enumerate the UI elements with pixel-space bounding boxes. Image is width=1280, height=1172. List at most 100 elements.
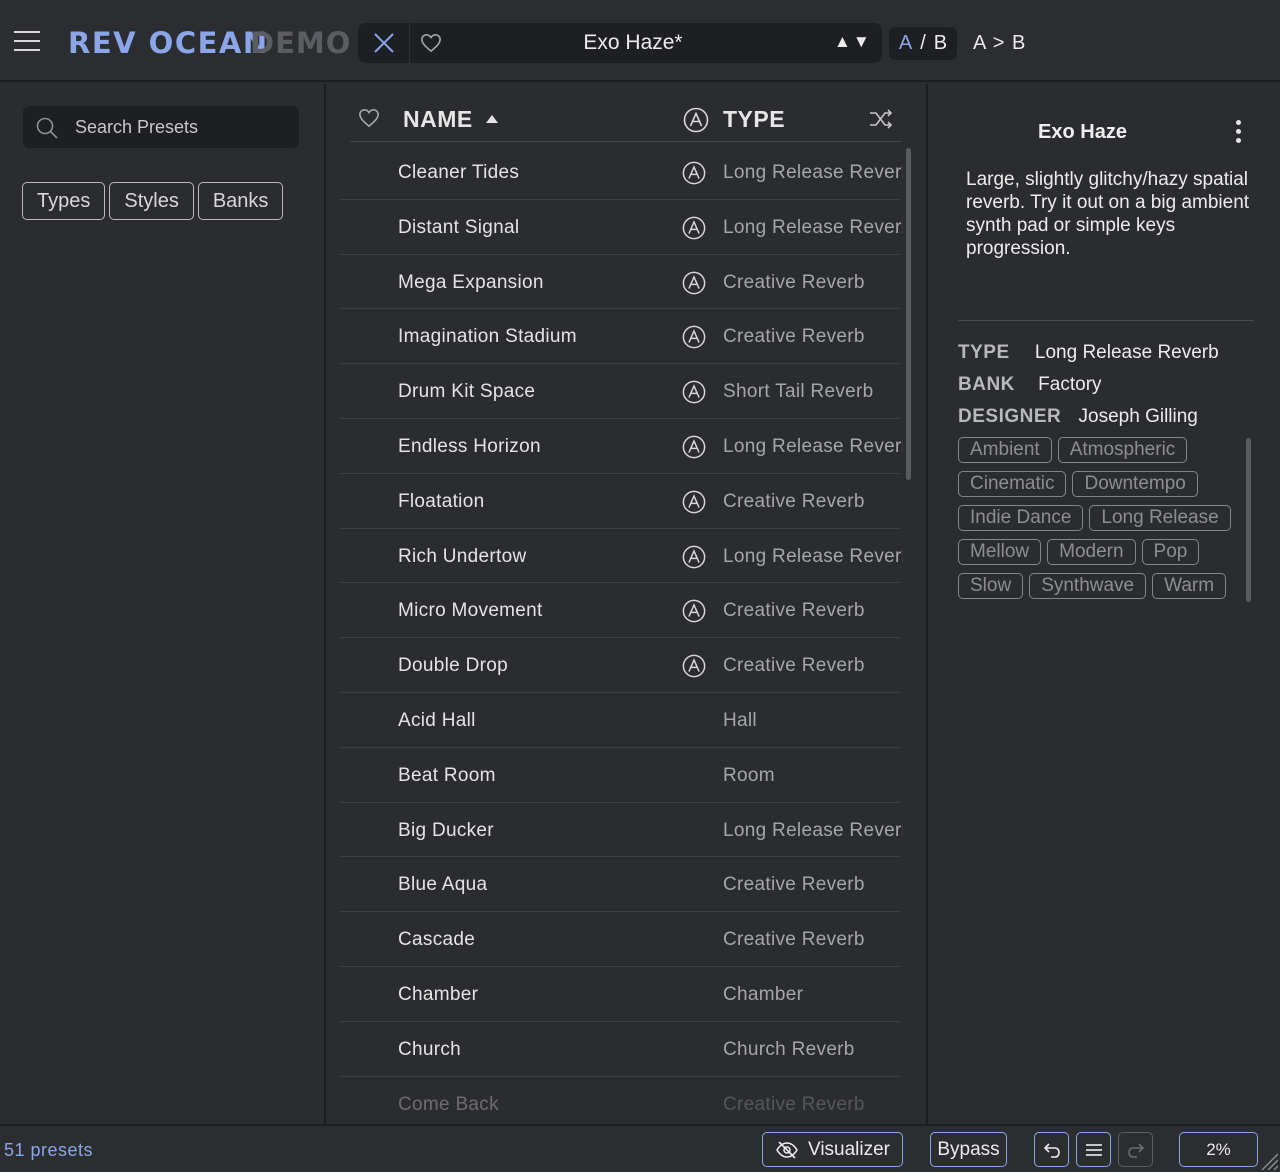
style-tag[interactable]: Downtempo <box>1072 471 1198 497</box>
preset-row-name: Cleaner Tides <box>398 162 520 183</box>
preset-row-type: Long Release Reverb <box>723 545 903 567</box>
preset-row-name: Endless Horizon <box>398 435 541 457</box>
resize-grip-icon[interactable] <box>1258 1150 1278 1170</box>
arturia-factory-icon <box>682 326 706 349</box>
arturia-factory-icon <box>682 600 706 623</box>
ab-b-label: B <box>933 32 948 54</box>
column-header-name[interactable]: NAME <box>403 106 473 133</box>
preset-row[interactable]: Come Back Creative Reverb <box>340 1077 900 1124</box>
cpu-meter[interactable]: 2% <box>1179 1132 1258 1167</box>
preset-row[interactable]: Rich Undertow Long Release Reverb <box>340 529 903 584</box>
filter-types-button[interactable]: Types <box>22 182 106 220</box>
preset-row[interactable]: Cleaner Tides Long Release Reverb <box>340 145 903 200</box>
list-icon <box>1085 1143 1102 1156</box>
meta-designer-value: Joseph Gilling <box>1078 406 1198 427</box>
preset-row[interactable]: Distant Signal Long Release Reverb <box>340 200 903 255</box>
bypass-button[interactable]: Bypass <box>930 1132 1007 1167</box>
style-tags: Ambient Atmospheric Cinematic Downtempo Indi… <box>958 437 1248 599</box>
preset-row-type: Creative Reverb <box>723 1093 865 1115</box>
arturia-factory-icon <box>682 161 706 185</box>
preset-rows: Cleaner Tides Long Release Reverb Distant … <box>340 145 903 1124</box>
visualizer-label: Visualizer <box>807 1138 891 1160</box>
list-scrollbar[interactable] <box>906 148 911 480</box>
style-tag[interactable]: Ambient <box>958 437 1052 463</box>
close-browser-button[interactable] <box>358 23 410 63</box>
preset-row[interactable]: Blue Aqua Creative Reverb <box>340 857 900 913</box>
arturia-logo-icon[interactable] <box>683 107 709 133</box>
more-options-icon[interactable] <box>1236 120 1241 147</box>
arturia-factory-icon <box>682 216 706 240</box>
style-tag[interactable]: Mellow <box>958 539 1042 565</box>
hamburger-menu-icon[interactable] <box>14 30 40 52</box>
preset-list: NAME TYPE Cleaner Tides Long Release Reve… <box>328 84 928 1124</box>
preset-row[interactable]: Church Church Reverb <box>340 1022 900 1077</box>
preset-row[interactable]: Double Drop Creative Reverb <box>340 638 900 693</box>
column-header-type[interactable]: TYPE <box>723 106 785 133</box>
preset-row-type: Short Tail Reverb <box>723 381 874 403</box>
search-input[interactable] <box>75 114 285 140</box>
style-tag[interactable]: Slow <box>958 573 1024 599</box>
style-tag[interactable]: Warm <box>1152 573 1227 599</box>
redo-button[interactable] <box>1118 1132 1153 1167</box>
preset-row[interactable]: Imagination Stadium Creative Reverb <box>340 309 900 365</box>
preset-row-type: Creative Reverb <box>723 490 865 512</box>
preset-row[interactable]: Micro Movement Creative Reverb <box>340 583 900 639</box>
style-tag[interactable]: Synthwave <box>1029 573 1147 599</box>
preset-row[interactable]: Drum Kit Space Short Tail Reverb <box>340 364 900 419</box>
filter-banks-button[interactable]: Banks <box>197 182 284 220</box>
preset-row-type: Room <box>723 764 775 786</box>
preset-row-name: Cascade <box>398 929 476 951</box>
search-box <box>23 106 299 148</box>
ab-compare-toggle[interactable]: A / B <box>889 27 957 60</box>
detail-divider <box>958 320 1254 321</box>
preset-row-name: Mega Expansion <box>398 271 544 293</box>
style-tag[interactable]: Atmospheric <box>1057 437 1188 463</box>
meta-bank-label: BANK <box>958 374 1015 395</box>
filter-styles-button[interactable]: Styles <box>109 182 194 220</box>
preset-row-name: Church <box>398 1038 462 1060</box>
preset-row[interactable]: Acid Hall Hall <box>340 693 900 748</box>
preset-row-name: Distant Signal <box>398 216 520 238</box>
visualizer-button[interactable]: Visualizer <box>762 1132 903 1167</box>
preset-description: Large, slightly glitchy/hazy spatial rev… <box>966 169 1250 259</box>
meta-designer: DESIGNER Joseph Gilling <box>958 406 1198 428</box>
preset-row-type: Creative Reverb <box>723 326 865 348</box>
favorite-preset-button[interactable] <box>418 31 444 55</box>
preset-row-name: Big Ducker <box>398 819 494 841</box>
arturia-factory-icon <box>682 654 706 678</box>
meta-designer-label: DESIGNER <box>958 406 1062 427</box>
preset-row[interactable]: Floatation Creative Reverb <box>340 474 900 529</box>
preset-row[interactable]: Mega Expansion Creative Reverb <box>340 255 900 310</box>
preset-detail-panel: Exo Haze Large, slightly glitchy/hazy sp… <box>930 84 1280 1124</box>
style-tag[interactable]: Pop <box>1141 539 1200 565</box>
preset-row[interactable]: Endless Horizon Long Release Reverb <box>340 419 903 474</box>
preset-row-type: Long Release Reverb <box>723 435 903 457</box>
style-tag[interactable]: Long Release <box>1089 505 1231 531</box>
preset-row-name: Micro Movement <box>398 600 543 622</box>
preset-row-name: Chamber <box>398 983 479 1005</box>
undo-button[interactable] <box>1034 1132 1069 1167</box>
history-list-button[interactable] <box>1076 1132 1111 1167</box>
demo-label: DEMO <box>250 26 352 60</box>
meta-type-label: TYPE <box>958 342 1010 363</box>
close-icon <box>373 33 394 53</box>
preset-row[interactable]: Beat Room Room <box>340 748 900 803</box>
favorites-filter-heart-icon[interactable] <box>358 108 380 128</box>
preset-row[interactable]: Big Ducker Long Release Reverb <box>340 803 903 858</box>
style-tag[interactable]: Cinematic <box>958 471 1067 497</box>
preset-row-name: Acid Hall <box>398 709 476 731</box>
preset-row[interactable]: Cascade Creative Reverb <box>340 912 900 967</box>
sort-ascending-icon[interactable] <box>486 115 498 123</box>
preset-row-name: Drum Kit Space <box>398 381 536 403</box>
redo-icon <box>1127 1142 1144 1158</box>
preset-prev-next-arrows[interactable]: ▲▼ <box>834 32 872 52</box>
style-tag[interactable]: Modern <box>1047 539 1136 565</box>
preset-row[interactable]: Chamber Chamber <box>340 967 900 1022</box>
shuffle-icon[interactable] <box>868 108 894 130</box>
detail-scrollbar[interactable] <box>1246 438 1251 602</box>
current-preset-name[interactable]: Exo Haze* <box>478 31 788 55</box>
preset-row-type: Long Release Reverb <box>723 216 903 238</box>
style-tag[interactable]: Indie Dance <box>958 505 1084 531</box>
arturia-factory-icon <box>682 545 706 568</box>
copy-a-to-b-button[interactable]: A > B <box>973 32 1026 55</box>
